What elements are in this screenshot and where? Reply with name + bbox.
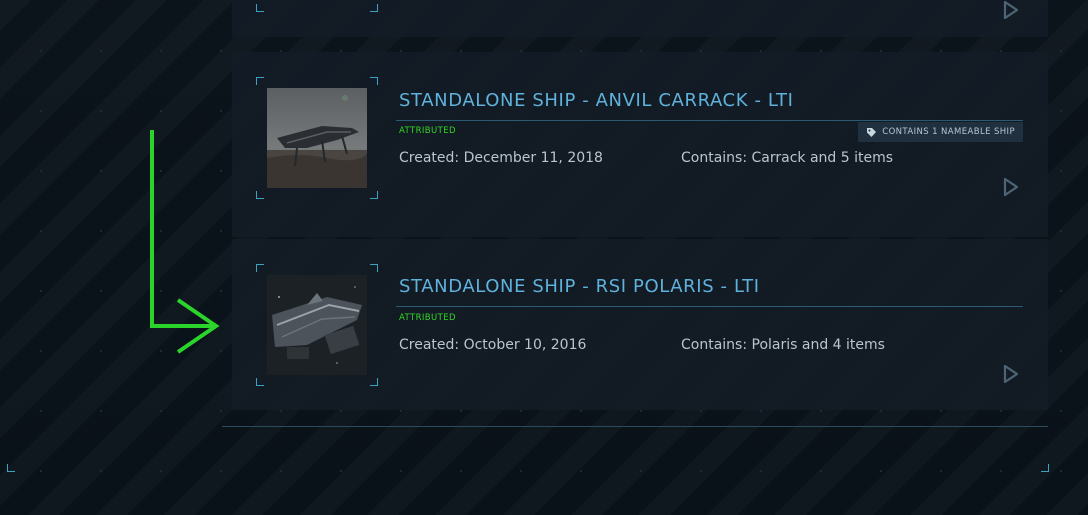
grid-dot bbox=[40, 230, 42, 232]
ship-thumbnail-image bbox=[267, 275, 367, 375]
grid-dot bbox=[1060, 410, 1062, 412]
frame-corner-bottom-left bbox=[7, 464, 15, 472]
grid-dot bbox=[760, 410, 762, 412]
annotation-arrow-icon bbox=[150, 130, 220, 354]
pledge-thumbnail-frame bbox=[256, 77, 378, 199]
pledge-title[interactable]: STANDALONE SHIP - ANVIL CARRACK - LTI bbox=[399, 90, 794, 111]
frame-corner bbox=[256, 77, 264, 85]
pledge-thumbnail-frame bbox=[256, 0, 378, 12]
frame-corner bbox=[256, 191, 264, 199]
expand-play-icon[interactable] bbox=[1002, 0, 1020, 20]
grid-dot bbox=[340, 470, 342, 472]
grid-dot bbox=[700, 470, 702, 472]
grid-dot bbox=[760, 470, 762, 472]
frame-corner bbox=[256, 378, 264, 386]
grid-dot bbox=[280, 410, 282, 412]
ship-thumbnail-image bbox=[267, 88, 367, 188]
pledge-card-previous[interactable] bbox=[232, 0, 1048, 37]
grid-dot bbox=[220, 410, 222, 412]
grid-dot bbox=[400, 410, 402, 412]
grid-dot bbox=[460, 410, 462, 412]
grid-dot bbox=[40, 50, 42, 52]
grid-dot bbox=[160, 410, 162, 412]
grid-dot bbox=[40, 350, 42, 352]
grid-dot bbox=[700, 410, 702, 412]
grid-dot bbox=[460, 470, 462, 472]
grid-dot bbox=[580, 470, 582, 472]
grid-dot bbox=[40, 290, 42, 292]
grid-dot bbox=[1060, 230, 1062, 232]
grid-dot bbox=[520, 410, 522, 412]
frame-corner bbox=[370, 378, 378, 386]
frame-corner bbox=[256, 264, 264, 272]
frame-corner-bottom-right bbox=[1041, 464, 1049, 472]
grid-dot bbox=[100, 290, 102, 292]
frame-corner bbox=[370, 77, 378, 85]
grid-dot bbox=[640, 410, 642, 412]
frame-corner bbox=[370, 191, 378, 199]
status-badge: ATTRIBUTED bbox=[399, 126, 456, 136]
created-date: Created: October 10, 2016 bbox=[399, 337, 587, 353]
grid-dot bbox=[1060, 470, 1062, 472]
title-divider bbox=[396, 120, 1023, 121]
grid-dot bbox=[100, 230, 102, 232]
pledge-title[interactable]: STANDALONE SHIP - RSI POLARIS - LTI bbox=[399, 276, 760, 297]
frame-corner bbox=[370, 4, 378, 12]
nameable-ship-badge: CONTAINS 1 NAMEABLE SHIP bbox=[858, 122, 1023, 142]
grid-dot bbox=[940, 470, 942, 472]
grid-dot bbox=[100, 50, 102, 52]
created-date: Created: December 11, 2018 bbox=[399, 150, 603, 166]
title-divider bbox=[396, 306, 1023, 307]
grid-dot bbox=[40, 410, 42, 412]
grid-dot bbox=[220, 50, 222, 52]
grid-dot bbox=[160, 470, 162, 472]
grid-dot bbox=[1000, 410, 1002, 412]
grid-dot bbox=[40, 470, 42, 472]
frame-corner bbox=[370, 264, 378, 272]
grid-dot bbox=[100, 410, 102, 412]
grid-dot bbox=[1060, 350, 1062, 352]
expand-play-icon[interactable] bbox=[1002, 177, 1020, 197]
grid-dot bbox=[100, 350, 102, 352]
grid-dot bbox=[220, 470, 222, 472]
grid-dot bbox=[340, 410, 342, 412]
grid-dot bbox=[220, 110, 222, 112]
contains-summary: Contains: Polaris and 4 items bbox=[681, 337, 885, 353]
contains-summary: Contains: Carrack and 5 items bbox=[681, 150, 894, 166]
grid-dot bbox=[100, 170, 102, 172]
grid-dot bbox=[280, 470, 282, 472]
tag-icon bbox=[867, 127, 877, 137]
grid-dot bbox=[640, 470, 642, 472]
grid-dot bbox=[100, 470, 102, 472]
grid-dot bbox=[880, 410, 882, 412]
grid-dot bbox=[160, 110, 162, 112]
grid-dot bbox=[1000, 470, 1002, 472]
grid-dot bbox=[820, 470, 822, 472]
grid-dot bbox=[160, 50, 162, 52]
grid-dot bbox=[1060, 50, 1062, 52]
grid-dot bbox=[40, 110, 42, 112]
grid-dot bbox=[820, 410, 822, 412]
nameable-ship-label: CONTAINS 1 NAMEABLE SHIP bbox=[882, 127, 1015, 137]
grid-dot bbox=[40, 170, 42, 172]
grid-dot bbox=[880, 470, 882, 472]
grid-dot bbox=[580, 410, 582, 412]
grid-dot bbox=[520, 470, 522, 472]
grid-dot bbox=[1060, 290, 1062, 292]
grid-dot bbox=[100, 110, 102, 112]
grid-dot bbox=[1060, 170, 1062, 172]
expand-play-icon[interactable] bbox=[1002, 364, 1020, 384]
pledge-thumbnail-frame bbox=[256, 264, 378, 386]
pledge-card[interactable]: STANDALONE SHIP - ANVIL CARRACK - LTI AT… bbox=[232, 52, 1048, 237]
list-bottom-divider bbox=[222, 426, 1048, 427]
frame-corner bbox=[256, 4, 264, 12]
status-badge: ATTRIBUTED bbox=[399, 313, 456, 323]
grid-dot bbox=[400, 470, 402, 472]
pledge-card[interactable]: STANDALONE SHIP - RSI POLARIS - LTI ATTR… bbox=[232, 239, 1048, 410]
grid-dot bbox=[1060, 110, 1062, 112]
grid-dot bbox=[940, 410, 942, 412]
